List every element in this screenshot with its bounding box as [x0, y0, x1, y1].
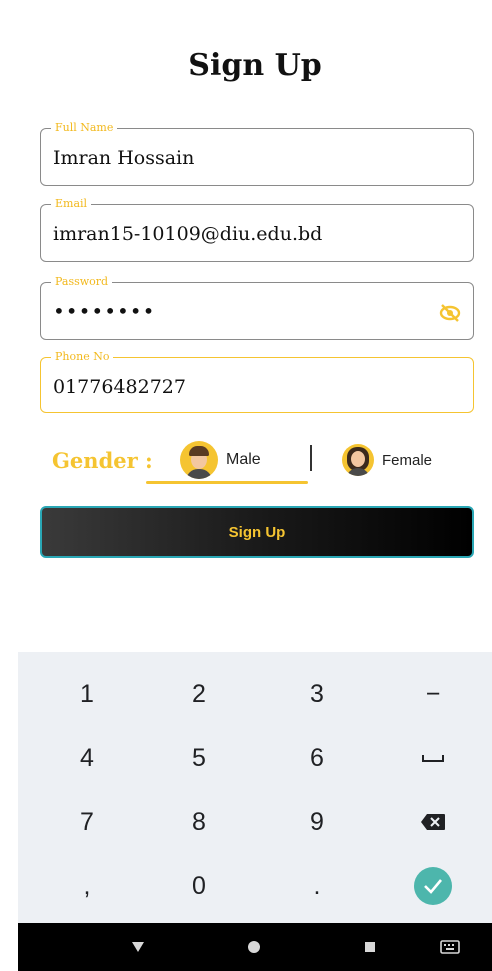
signup-button-label: Sign Up: [228, 523, 286, 541]
male-selected-indicator: [146, 481, 308, 484]
gender-divider: [310, 445, 312, 471]
key-1[interactable]: 1: [28, 664, 146, 724]
male-avatar-icon: [180, 441, 218, 479]
system-nav-bar: [18, 923, 492, 971]
phone-value: 01776482727: [53, 376, 186, 398]
key-8[interactable]: 8: [140, 792, 258, 852]
signup-button[interactable]: Sign Up: [40, 506, 474, 558]
full-name-value: Imran Hossain: [53, 147, 195, 169]
key-4[interactable]: 4: [28, 728, 146, 788]
eye-off-icon[interactable]: [439, 303, 461, 323]
key-5[interactable]: 5: [140, 728, 258, 788]
email-value: imran15-10109@diu.edu.bd: [53, 223, 323, 245]
male-label: Male: [226, 451, 261, 468]
gender-label: Gender :: [52, 448, 153, 473]
space-icon: [422, 755, 444, 762]
key-comma[interactable]: ,: [28, 856, 146, 916]
keyboard-switch-icon[interactable]: [432, 923, 468, 971]
password-value: ••••••••: [53, 299, 156, 323]
back-icon[interactable]: [120, 923, 156, 971]
space-key[interactable]: [374, 728, 492, 788]
full-name-field[interactable]: Full Name Imran Hossain: [40, 121, 474, 186]
password-label: Password: [51, 275, 113, 289]
numeric-keyboard: 1 2 3 − 4 5 6 7 8 9 , 0 .: [18, 652, 492, 924]
key-6[interactable]: 6: [258, 728, 376, 788]
gender-option-female[interactable]: Female: [342, 440, 432, 480]
page-title: Sign Up: [188, 48, 322, 83]
backspace-icon: [421, 814, 445, 830]
key-7[interactable]: 7: [28, 792, 146, 852]
key-minus[interactable]: −: [374, 664, 492, 724]
phone-field[interactable]: Phone No 01776482727: [40, 350, 474, 413]
signup-screen: Sign Up Full Name Imran Hossain Email im…: [18, 0, 492, 971]
password-field[interactable]: Password ••••••••: [40, 275, 474, 340]
key-2[interactable]: 2: [140, 664, 258, 724]
check-icon: [414, 867, 452, 905]
key-0[interactable]: 0: [140, 856, 258, 916]
key-period[interactable]: .: [258, 856, 376, 916]
done-key[interactable]: [374, 856, 492, 916]
full-name-label: Full Name: [51, 121, 118, 135]
email-label: Email: [51, 197, 92, 211]
phone-label: Phone No: [51, 350, 114, 364]
recents-icon[interactable]: [352, 923, 388, 971]
gender-option-male[interactable]: Male: [180, 440, 261, 480]
email-field[interactable]: Email imran15-10109@diu.edu.bd: [40, 197, 474, 262]
female-avatar-icon: [342, 444, 374, 476]
key-3[interactable]: 3: [258, 664, 376, 724]
home-icon[interactable]: [236, 923, 272, 971]
key-9[interactable]: 9: [258, 792, 376, 852]
female-label: Female: [382, 451, 433, 469]
backspace-key[interactable]: [374, 792, 492, 852]
